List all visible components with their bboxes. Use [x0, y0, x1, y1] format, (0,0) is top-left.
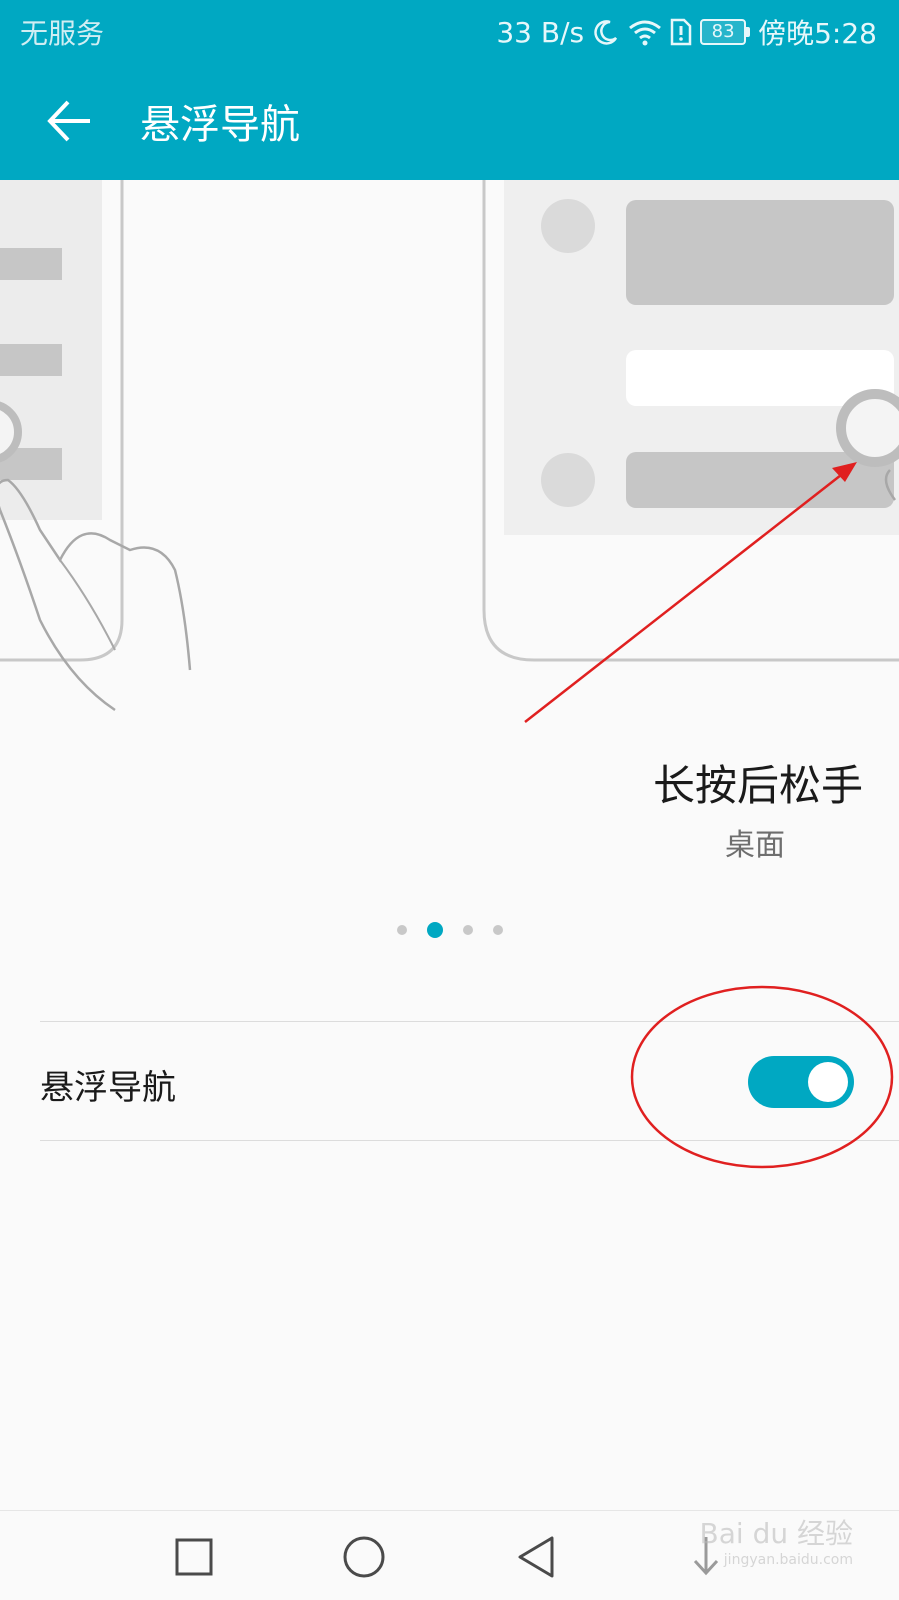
page-dot[interactable]	[492, 925, 503, 935]
watermark-url: jingyan.baidu.com	[723, 1552, 853, 1568]
back-icon	[518, 1536, 554, 1578]
floating-nav-setting-row[interactable]: 悬浮导航	[40, 1022, 899, 1140]
page-dot-active[interactable]	[426, 922, 443, 938]
baidu-watermark: Bai du 经验 jingyan.baidu.com	[700, 1512, 853, 1568]
recent-apps-button[interactable]	[164, 1527, 224, 1587]
home-icon	[343, 1536, 385, 1578]
divider	[40, 1140, 899, 1141]
battery-level: 83	[700, 19, 747, 45]
status-bar: 无服务 33 B/s 83 傍晚5:28	[0, 0, 899, 62]
page-dot[interactable]	[396, 925, 407, 935]
status-icons: 33 B/s 83 傍晚5:28	[496, 12, 877, 52]
setting-label: 悬浮导航	[40, 1068, 176, 1108]
illustration-caption-subtitle: 桌面	[725, 828, 785, 863]
sim-alert-icon	[670, 18, 692, 46]
net-speed: 33 B/s	[496, 15, 585, 49]
battery-icon: 83	[700, 19, 751, 45]
page-indicator	[0, 922, 899, 938]
clock: 傍晚5:28	[758, 17, 877, 50]
nav-back-button[interactable]	[506, 1527, 566, 1587]
app-bar: 悬浮导航	[0, 62, 899, 180]
home-button[interactable]	[334, 1527, 394, 1587]
moon-icon	[594, 20, 618, 45]
illustration-caption-title: 长按后松手	[652, 761, 863, 810]
floating-nav-toggle[interactable]	[748, 1056, 854, 1108]
back-button[interactable]	[30, 82, 108, 160]
page-title: 悬浮导航	[140, 102, 300, 148]
gesture-illustration	[0, 180, 899, 740]
back-arrow-icon	[47, 100, 90, 142]
watermark-text: Bai du 经验	[699, 1517, 853, 1550]
page-dot[interactable]	[462, 925, 473, 935]
toggle-knob	[808, 1062, 848, 1102]
wifi-icon	[629, 20, 662, 46]
carrier-status: 无服务	[20, 17, 105, 50]
recent-apps-icon	[175, 1538, 213, 1576]
illustration-graphic	[0, 180, 899, 712]
